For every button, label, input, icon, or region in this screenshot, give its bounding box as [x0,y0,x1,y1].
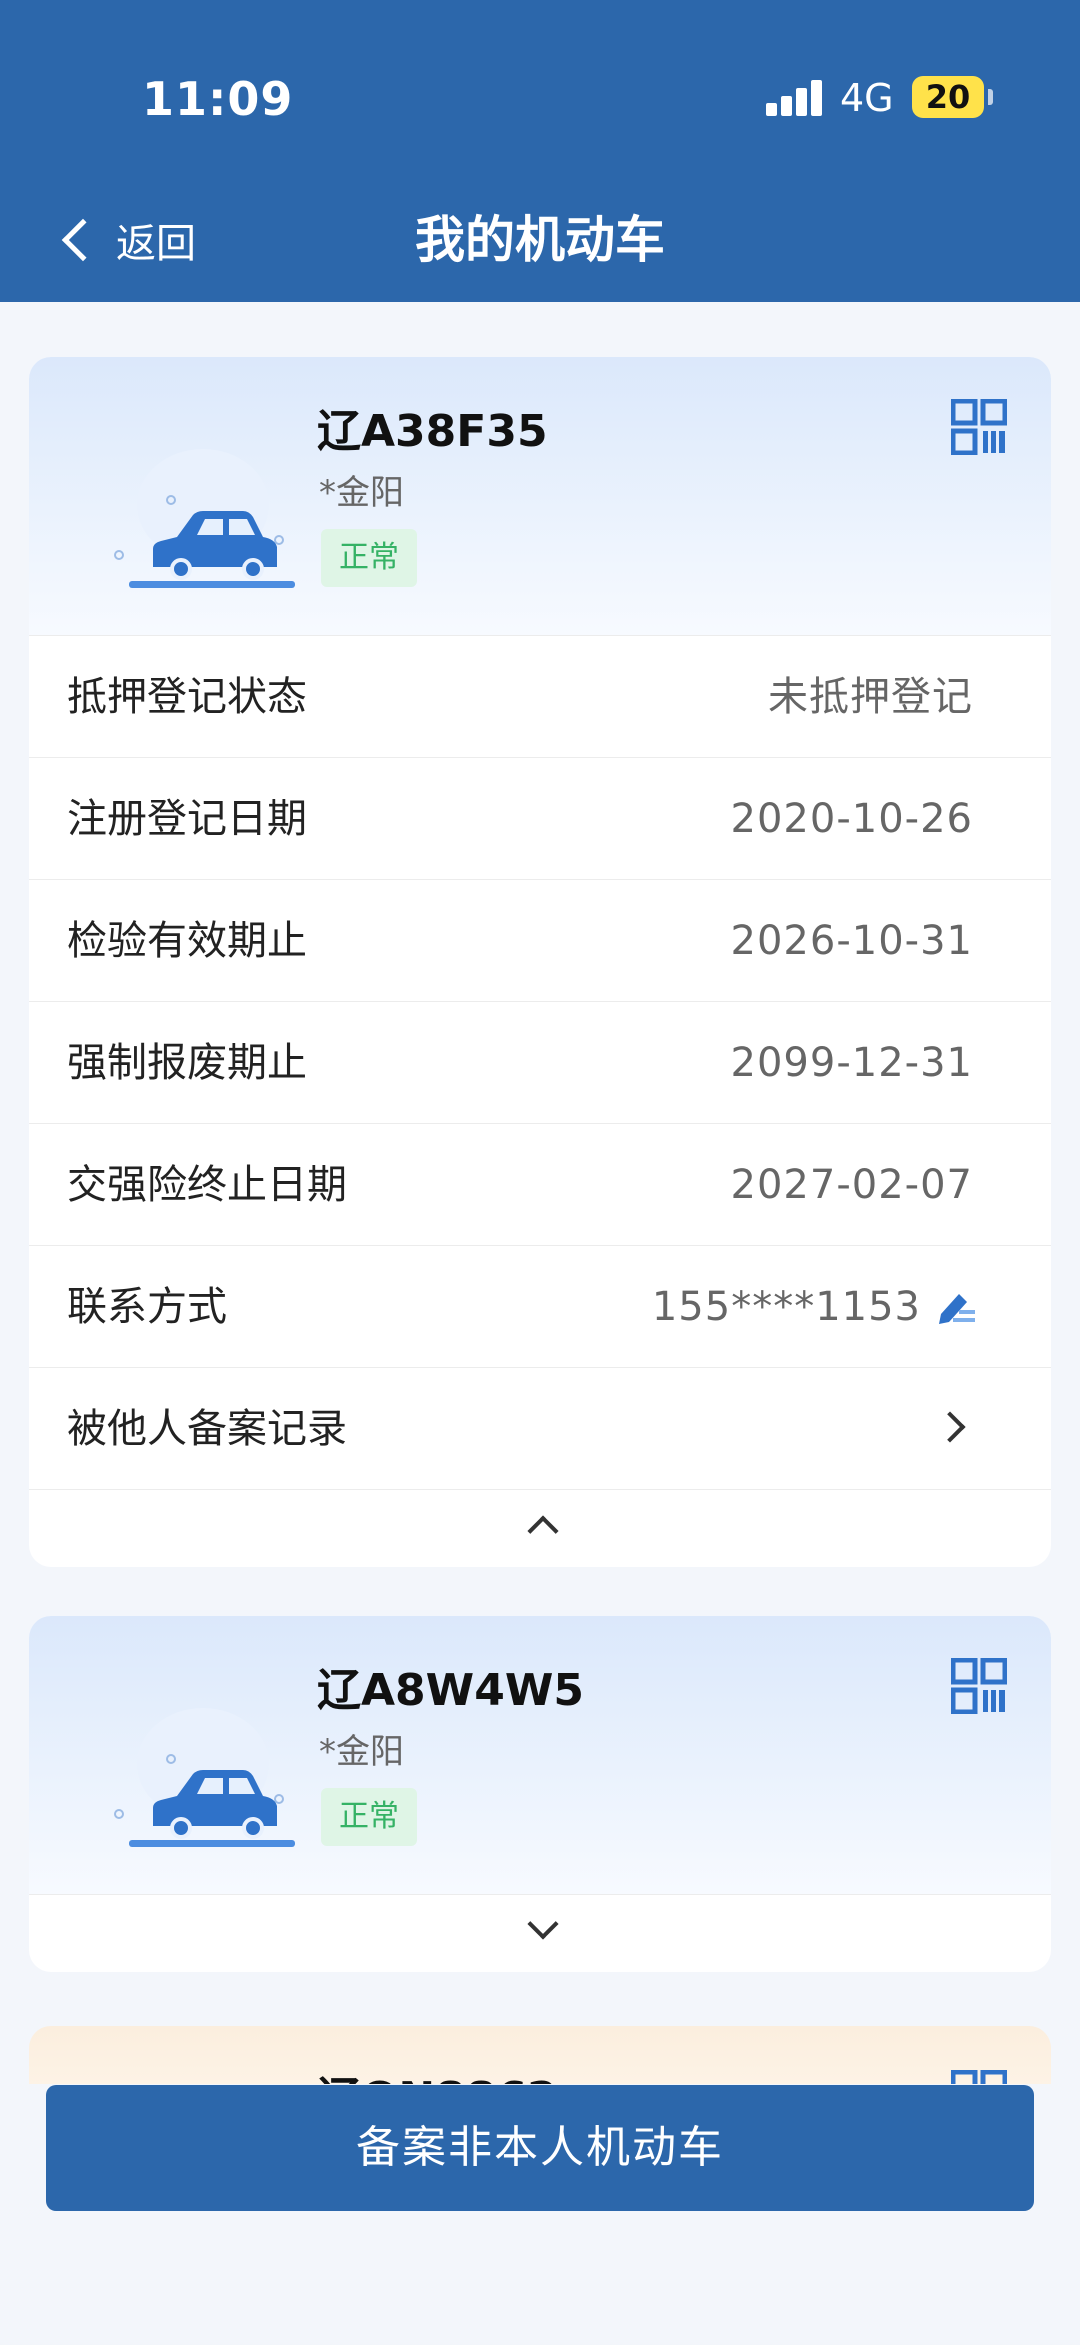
owner-name: *金阳 [319,1732,404,1772]
status-time: 11:09 [142,72,294,126]
chevron-down-icon [527,1908,559,1940]
detail-label: 被他人备案记录 [67,1406,347,1452]
detail-label: 检验有效期止 [67,918,307,964]
chevron-right-icon [934,1411,966,1443]
detail-label: 强制报废期止 [67,1040,307,1086]
detail-label: 抵押登记状态 [67,674,307,720]
detail-row-inspection-expiry: 检验有效期止 2026-10-31 [29,879,1051,1001]
detail-value: 2027-02-07 [730,1162,973,1208]
battery-tip [988,89,993,105]
vehicle-card: 辽A8W4W5 *金阳 正常 [29,1616,1051,1972]
detail-value: 未抵押登记 [768,674,973,720]
detail-row-registration-date: 注册登记日期 2020-10-26 [29,757,1051,879]
detail-value: 2020-10-26 [730,796,973,842]
detail-label: 交强险终止日期 [67,1162,347,1208]
battery-icon: 20 [912,76,984,118]
app-header: 11:09 4G 20 返回 我的机动车 [0,0,1080,302]
network-type: 4G [840,76,894,120]
detail-value: 155****1153 [651,1284,921,1330]
detail-label: 联系方式 [67,1284,227,1330]
detail-value: 2026-10-31 [730,918,973,964]
plate-number: 辽A38F35 [317,406,548,457]
vehicle-card: 辽A38F35 *金阳 正常 抵押登记状态 未抵押登记 注册登记日期 2020-… [29,357,1051,1567]
signal-icon [766,80,824,116]
detail-value: 2099-12-31 [730,1040,973,1086]
vehicle-card[interactable]: 辽QN8862 [29,2026,1051,2086]
status-badge: 正常 [321,1788,417,1846]
edit-icon[interactable] [935,1288,977,1328]
page-title: 我的机动车 [415,211,665,269]
car-illustration-icon [114,1708,295,1847]
detail-row-insurance-expiry: 交强险终止日期 2027-02-07 [29,1123,1051,1245]
qr-code-icon[interactable] [951,399,1007,455]
plate-number: 辽QN8862 [317,2062,558,2086]
detail-row-filing-records[interactable]: 被他人备案记录 [29,1367,1051,1489]
detail-row-scrap-date: 强制报废期止 2099-12-31 [29,1001,1051,1123]
car-illustration-icon [114,449,295,588]
detail-row-contact[interactable]: 联系方式 155****1153 [29,1245,1051,1367]
status-badge: 正常 [321,529,417,587]
vehicle-card-header[interactable]: 辽A38F35 *金阳 正常 [29,357,1051,635]
owner-name: *金阳 [319,473,404,513]
qr-code-icon[interactable] [951,1658,1007,1714]
collapse-button[interactable] [29,1489,1051,1567]
register-other-vehicle-button[interactable]: 备案非本人机动车 [46,2085,1034,2211]
vehicle-card-header[interactable]: 辽A8W4W5 *金阳 正常 [29,1616,1051,1894]
expand-button[interactable] [29,1894,1051,1972]
chevron-up-icon [527,1515,559,1547]
detail-row-mortgage: 抵押登记状态 未抵押登记 [29,635,1051,757]
detail-label: 注册登记日期 [67,796,307,842]
plate-number: 辽A8W4W5 [317,1665,584,1716]
